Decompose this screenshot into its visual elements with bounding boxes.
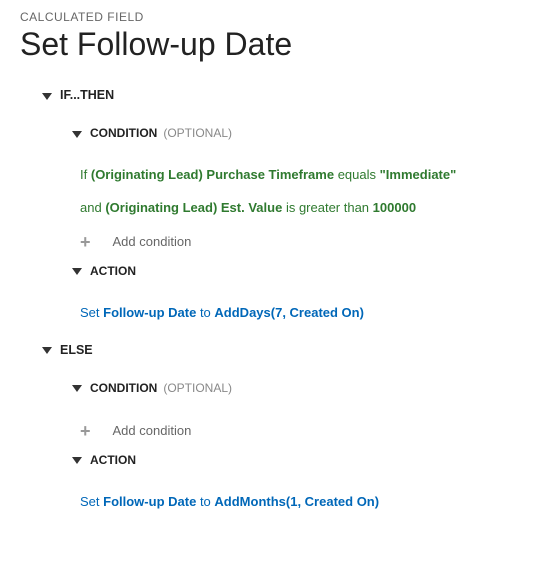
else-condition-header[interactable]: CONDITION (OPTIONAL) [72,376,513,400]
condition-value: "Immediate" [380,167,457,182]
add-condition-button[interactable]: + Add condition [20,225,513,259]
optional-label: (OPTIONAL) [163,381,232,395]
action-field: Follow-up Date [103,305,196,320]
optional-label: (OPTIONAL) [163,126,232,140]
add-condition-button[interactable]: + Add condition [20,414,513,448]
action-field: Follow-up Date [103,494,196,509]
action-line[interactable]: Set Follow-up Date to AddDays(7, Created… [20,297,513,328]
chevron-down-icon [72,268,82,275]
action-line[interactable]: Set Follow-up Date to AddMonths(1, Creat… [20,486,513,517]
condition-heading: CONDITION [90,381,157,395]
chevron-down-icon [42,93,52,100]
action-to: to [200,305,211,320]
condition-heading: CONDITION [90,126,157,140]
ifthen-condition-header[interactable]: CONDITION (OPTIONAL) [72,121,513,145]
ifthen-header[interactable]: IF...THEN [42,83,513,107]
chevron-down-icon [72,131,82,138]
add-condition-label: Add condition [113,234,192,249]
else-action-header[interactable]: ACTION [72,448,513,472]
chevron-down-icon [72,457,82,464]
chevron-down-icon [42,347,52,354]
ifthen-heading: IF...THEN [60,88,114,102]
add-condition-label: Add condition [113,423,192,438]
action-prefix: Set [80,305,100,320]
section-label: CALCULATED FIELD [20,10,513,24]
action-prefix: Set [80,494,100,509]
action-heading: ACTION [90,264,136,278]
else-header[interactable]: ELSE [42,338,513,362]
ifthen-action-header[interactable]: ACTION [72,259,513,283]
condition-value: 100000 [373,200,416,215]
condition-line[interactable]: If (Originating Lead) Purchase Timeframe… [20,159,513,192]
page-title: Set Follow-up Date [20,26,513,63]
action-expr: AddDays(7, Created On) [214,305,364,320]
plus-icon: + [80,422,91,440]
action-to: to [200,494,211,509]
else-heading: ELSE [60,343,93,357]
condition-field: (Originating Lead) Est. Value [105,200,282,215]
condition-operator: equals [338,167,376,182]
plus-icon: + [80,233,91,251]
chevron-down-icon [72,385,82,392]
condition-prefix: and [80,200,102,215]
condition-line[interactable]: and (Originating Lead) Est. Value is gre… [20,192,513,225]
condition-field: (Originating Lead) Purchase Timeframe [91,167,334,182]
action-heading: ACTION [90,453,136,467]
condition-prefix: If [80,167,87,182]
condition-operator: is greater than [286,200,369,215]
action-expr: AddMonths(1, Created On) [214,494,379,509]
